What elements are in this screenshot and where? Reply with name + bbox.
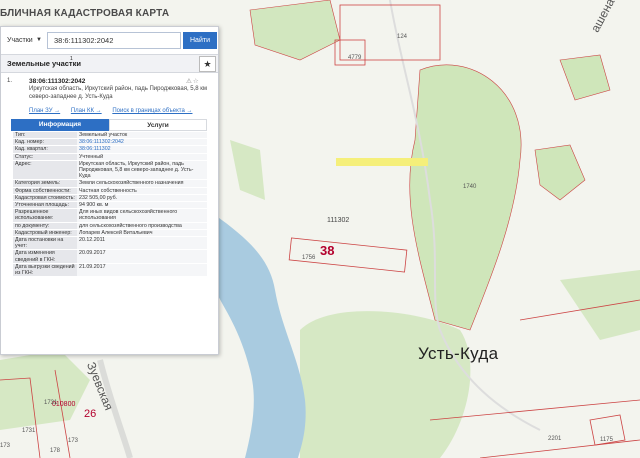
attr-key: Уточненная площадь: — [13, 201, 77, 210]
attr-key: Дата постановки на учет: — [13, 236, 77, 251]
attr-key: Кадастровая стоимость: — [13, 194, 77, 203]
chevron-down-icon: ▼ — [36, 37, 42, 43]
attr-key: Кад. квартал: — [13, 145, 77, 154]
parcel-number-label: 124 — [397, 34, 408, 40]
result-count: 1 — [70, 56, 73, 62]
region-code-label: 38 — [320, 243, 335, 258]
attr-value: Частная собственность — [77, 187, 207, 195]
parcel-number-label: 26 — [84, 408, 97, 420]
attr-key: Кадастровый инженер: — [13, 229, 77, 238]
table-row: Тип: Земельный участок — [13, 132, 207, 140]
find-button[interactable]: Найти — [183, 32, 217, 49]
attr-value: Для иных видов сельскохозяйственного исп… — [77, 208, 207, 223]
cadastral-plan-link[interactable]: План КК → — [71, 108, 102, 114]
search-in-bounds-link[interactable]: Поиск в границах объекта → — [112, 108, 192, 114]
attr-value: Земельный участок — [77, 132, 207, 140]
attr-key: Кад. номер: — [13, 138, 77, 147]
attr-key: Категория земель: — [13, 179, 77, 188]
tab-info[interactable]: Информация — [11, 119, 109, 131]
table-row: Дата изменения сведений в ГКН: 20.09.2017 — [13, 249, 207, 264]
table-row: Кадастровый инженер: Лопарев Алексей Вита… — [13, 229, 207, 238]
attr-key: Статус: — [13, 153, 77, 161]
attr-value: 94 900 кв. м — [77, 201, 207, 210]
result-links: План ЗУ → План КК → Поиск в границах объ… — [29, 108, 201, 114]
selected-parcel — [336, 158, 428, 166]
attr-key: Форма собственности: — [13, 187, 77, 195]
attr-value: 20.09.2017 — [77, 249, 207, 264]
search-type-label: Участки — [7, 37, 33, 44]
attr-value[interactable]: 38:06:111302:2042 — [77, 138, 207, 147]
town-label: Усть-Куда — [418, 344, 499, 363]
parcel-number-label: 173 — [68, 438, 79, 444]
attr-value: 20.12.2011 — [77, 236, 207, 251]
result-address: Иркутская область, Иркутский район, падь… — [29, 86, 208, 100]
warning-icon[interactable]: ⚠ — [186, 78, 193, 85]
attr-key: Адрес: — [13, 160, 77, 181]
table-row: Разрешенное использование: Для иных видов… — [13, 208, 207, 223]
tab-services[interactable]: Услуги — [109, 119, 207, 131]
parcel-number-label: 1740 — [463, 184, 477, 190]
plot-plan-link[interactable]: План ЗУ → — [29, 108, 60, 114]
attr-value: Иркутская область, Иркутский район, падь… — [77, 160, 207, 181]
table-row: Кад. номер: 38:06:111302:2042 — [13, 138, 207, 147]
table-row: Кад. квартал: 38:06:111302 — [13, 145, 207, 154]
table-row: Кадастровая стоимость: 232 505,00 руб. — [13, 194, 207, 203]
parcel-number-label: 2201 — [548, 436, 562, 442]
parcel-number-label: 4779 — [348, 55, 362, 61]
attr-value: 232 505,00 руб. — [77, 194, 207, 203]
parcel-number-label: 1756 — [302, 255, 316, 261]
star-icon[interactable]: ☆ — [193, 78, 200, 85]
result-actions[interactable]: ⚠☆ — [186, 77, 200, 85]
search-panel: Участки ▼ Найти Земельные участки 1 ★ 1.… — [0, 26, 219, 355]
parcel-number-label: 178 — [50, 448, 61, 454]
search-type-dropdown[interactable]: Участки ▼ — [3, 32, 45, 49]
attr-value: Учтенный — [77, 153, 207, 161]
result-cadastral-number[interactable]: 38:06:111302:2042 — [29, 78, 85, 85]
parcel-number-label: 1175 — [600, 437, 613, 443]
attr-key: Тип: — [13, 132, 77, 140]
green-area — [300, 311, 471, 458]
attr-key: Дата изменения сведений в ГКН: — [13, 249, 77, 264]
detail-tabs: Информация Услуги — [11, 119, 207, 131]
app-title: БЛИЧНАЯ КАДАСТРОВАЯ КАРТА — [0, 8, 170, 19]
attr-value[interactable]: 38:06:111302 — [77, 145, 207, 154]
attr-value: для сельскохозяйственного производства — [77, 222, 207, 230]
attr-value: 21.09.2017 — [77, 263, 207, 278]
attr-value: Лопарев Алексей Витальевич — [77, 229, 207, 238]
table-row: Уточненная площадь: 94 900 кв. м — [13, 201, 207, 210]
attribute-table: Тип: Земельный участок Кад. номер: 38:06:1… — [13, 132, 207, 278]
attr-key: Разрешенное использование: — [13, 208, 77, 223]
search-input[interactable] — [47, 32, 181, 49]
favorite-star-icon[interactable]: ★ — [199, 56, 216, 72]
parcel-number-label: 1731 — [22, 428, 36, 434]
attr-value: Земли сельскохозяйственного назначения — [77, 179, 207, 188]
table-row: Категория земель: Земли сельскохозяйствен… — [13, 179, 207, 188]
search-bar: Участки ▼ Найти — [1, 30, 218, 52]
parcel-number-label: 1731 — [44, 400, 58, 406]
table-row: Дата постановки на учет: 20.12.2011 — [13, 236, 207, 251]
table-row: Форма собственности: Частная собственност… — [13, 187, 207, 195]
table-row: по документу: для сельскохозяйственного п… — [13, 222, 207, 230]
table-row: Адрес: Иркутская область, Иркутский район… — [13, 160, 207, 181]
quarter-label: 111302 — [327, 217, 350, 224]
parcel-number-label: 173 — [0, 443, 11, 449]
result-index: 1. — [7, 78, 13, 84]
attr-key: по документу: — [13, 222, 77, 230]
land-plots-header[interactable]: Земельные участки 1 ★ — [1, 54, 218, 73]
attr-key: Дата выгрузки сведений из ГКН: — [13, 263, 77, 278]
table-row: Статус: Учтенный — [13, 153, 207, 161]
table-row: Дата выгрузки сведений из ГКН: 21.09.2017 — [13, 263, 207, 278]
